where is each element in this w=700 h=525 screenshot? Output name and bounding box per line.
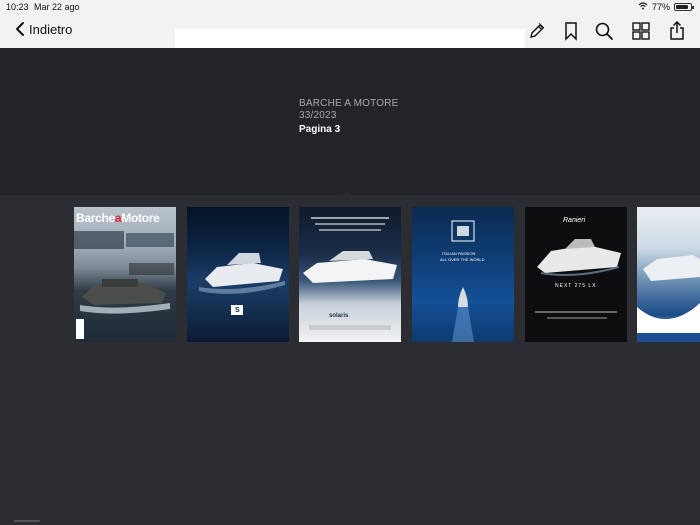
- passion-ad-image: [451, 220, 475, 342]
- solaris-ad-image: [303, 217, 397, 330]
- thumbnails-button[interactable]: [631, 21, 651, 41]
- ranieri-ad-image: [535, 239, 621, 319]
- share-icon: [670, 20, 684, 40]
- battery-fill: [676, 5, 689, 9]
- page-thumbnail-1[interactable]: BarcheaMotore: [74, 207, 176, 342]
- share-button[interactable]: [667, 20, 687, 41]
- battery-percent: 77%: [651, 2, 670, 12]
- bookmark-icon: [565, 22, 577, 41]
- ranieri-logo: Ranieri: [563, 217, 586, 224]
- thumbnail-strip[interactable]: BarcheaMotore S solaris ITALIAN PASSION …: [0, 195, 700, 525]
- toolbar-strip: [175, 29, 525, 48]
- status-time: 10:23: [6, 2, 29, 12]
- next-page-image: [637, 255, 700, 342]
- search-button[interactable]: [594, 21, 614, 41]
- solaris-logo: solaris: [329, 313, 349, 319]
- edit-button[interactable]: [527, 21, 547, 41]
- status-date: Mar 22 ago: [34, 2, 80, 12]
- ad-boat-image: [199, 253, 285, 315]
- passion-tagline-2: ALL OVER THE WORLD: [440, 257, 485, 262]
- home-indicator: [14, 520, 40, 522]
- battery-icon: [674, 3, 694, 11]
- edit-icon: [530, 22, 545, 38]
- current-page-label: Pagina 3: [299, 124, 341, 135]
- passion-tagline-1: ITALIAN PASSION: [442, 251, 476, 256]
- issue-info: BARCHE A MOTORE 33/2023 Pagina 3: [299, 98, 399, 135]
- issue-header: BARCHE A MOTORE 33/2023 Pagina 3: [0, 48, 700, 195]
- issue-number: 33/2023: [299, 110, 337, 121]
- page-thumbnail-2[interactable]: S: [187, 207, 289, 342]
- ad-logo: S: [235, 307, 240, 314]
- thumbnails-icon: [632, 22, 650, 40]
- wifi-icon: [638, 2, 648, 12]
- back-label: Indietro: [29, 21, 73, 37]
- toolbar: Indietro: [0, 14, 700, 48]
- page-thumbnail-5[interactable]: Ranieri NEXT 275 LX: [525, 207, 627, 342]
- ranieri-model: NEXT 275 LX: [555, 283, 597, 289]
- chevron-left-icon: [16, 22, 24, 36]
- status-bar: 10:23 Mar 22 ago 77%: [0, 0, 700, 14]
- magazine-title: BARCHE A MOTORE: [299, 98, 399, 109]
- cover-boat-image: [74, 231, 174, 339]
- page-thumbnail-4[interactable]: ITALIAN PASSION ALL OVER THE WORLD: [412, 207, 514, 342]
- bookmark-button[interactable]: [561, 21, 581, 41]
- search-icon: [595, 22, 613, 40]
- back-button[interactable]: Indietro: [14, 21, 72, 37]
- page-thumbnail-3[interactable]: solaris: [299, 207, 401, 342]
- page-thumbnail-6[interactable]: [637, 207, 700, 342]
- status-right: 77%: [638, 2, 694, 12]
